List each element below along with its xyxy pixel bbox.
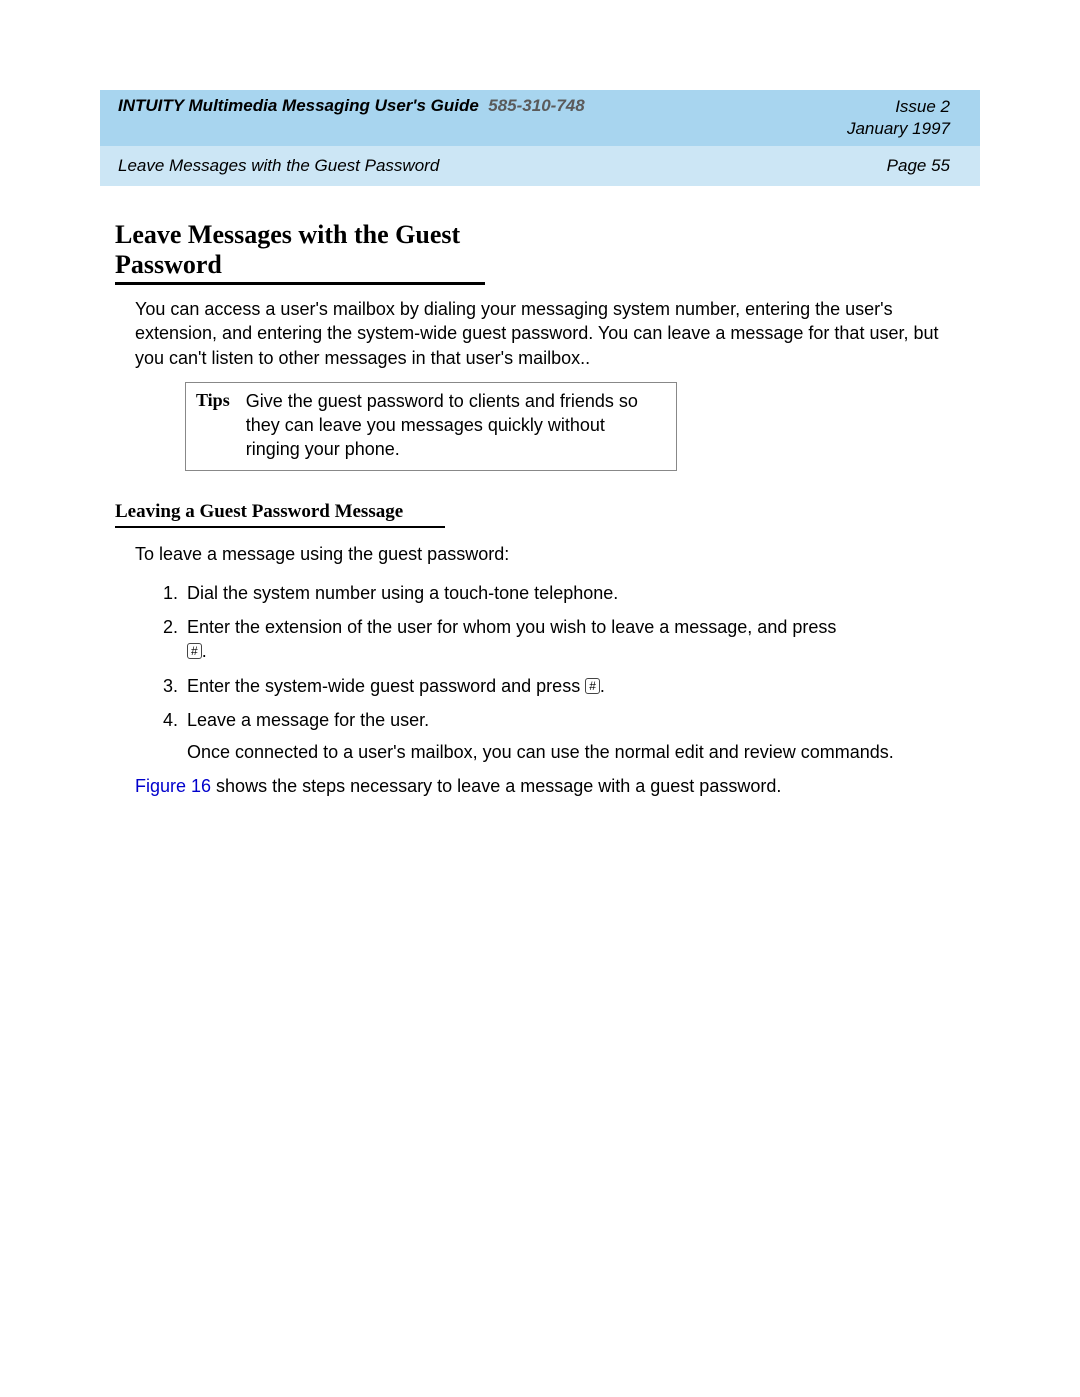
- document-page: INTUITY Multimedia Messaging User's Guid…: [0, 0, 1080, 1397]
- tips-box: Tips Give the guest password to clients …: [185, 382, 677, 471]
- steps-list: Dial the system number using a touch-ton…: [159, 581, 965, 765]
- doc-title: INTUITY Multimedia Messaging User's Guid…: [118, 96, 479, 115]
- issue-date: January 1997: [847, 118, 950, 140]
- step-text-tail: .: [202, 641, 207, 661]
- doc-issue-date: Issue 2 January 1997: [847, 96, 950, 140]
- pound-key-icon: #: [187, 643, 202, 659]
- doc-title-block: INTUITY Multimedia Messaging User's Guid…: [118, 96, 585, 116]
- doc-number: 585-310-748: [488, 96, 584, 115]
- step-text: Dial the system number using a touch-ton…: [187, 583, 618, 603]
- step-text: Leave a message for the user.: [187, 710, 429, 730]
- issue-label: Issue 2: [847, 96, 950, 118]
- page-number: Page 55: [887, 156, 950, 176]
- subsection-heading: Leaving a Guest Password Message: [115, 499, 445, 529]
- header-bar-primary: INTUITY Multimedia Messaging User's Guid…: [100, 90, 980, 146]
- step-text: Enter the extension of the user for whom…: [187, 617, 836, 637]
- tips-text: Give the guest password to clients and f…: [240, 383, 676, 470]
- subsection-lead: To leave a message using the guest passw…: [135, 542, 965, 566]
- list-item: Dial the system number using a touch-ton…: [183, 581, 965, 605]
- figure-reference-text: shows the steps necessary to leave a mes…: [211, 776, 781, 796]
- breadcrumb: Leave Messages with the Guest Password: [118, 156, 439, 176]
- figure-reference: Figure 16 shows the steps necessary to l…: [135, 774, 965, 798]
- list-item: Enter the system-wide guest password and…: [183, 674, 965, 698]
- header-bar-secondary: Leave Messages with the Guest Password P…: [100, 146, 980, 186]
- pound-key-icon: #: [585, 678, 600, 694]
- list-item: Enter the extension of the user for whom…: [183, 615, 965, 664]
- figure-link[interactable]: Figure 16: [135, 776, 211, 796]
- section-intro: You can access a user's mailbox by diali…: [135, 297, 965, 370]
- content-area: Leave Messages with the Guest Password Y…: [100, 186, 980, 799]
- list-item: Leave a message for the user. Once conne…: [183, 708, 965, 765]
- section-title: Leave Messages with the Guest Password: [115, 220, 485, 285]
- tips-label: Tips: [186, 383, 240, 470]
- step-subtext: Once connected to a user's mailbox, you …: [187, 740, 965, 764]
- step-text: Enter the system-wide guest password and…: [187, 676, 585, 696]
- step-text-tail: .: [600, 676, 605, 696]
